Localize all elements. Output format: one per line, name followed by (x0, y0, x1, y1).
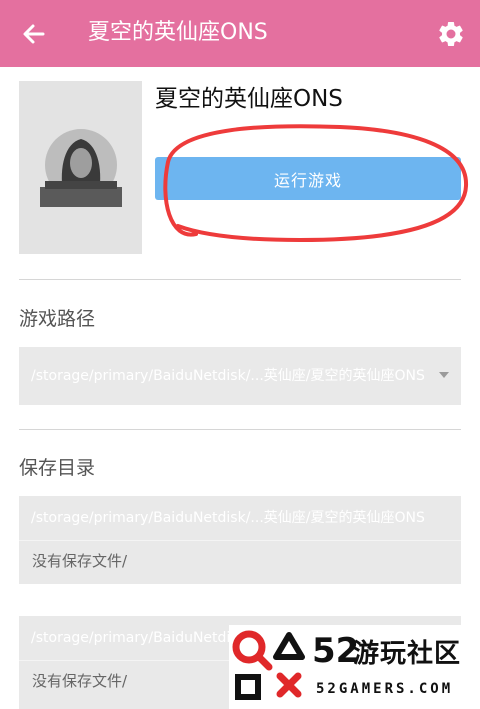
dropdown-caret-icon (439, 372, 449, 378)
gamepad-symbols-icon (232, 630, 305, 700)
run-game-button[interactable]: 运行游戏 (155, 157, 461, 200)
watermark-logo: 52 游玩社区 52GAMERS.COM (229, 625, 480, 709)
game-thumbnail (19, 81, 142, 254)
save-slot-separator (19, 540, 461, 541)
save-slot-path: /storage/primary/BaiduNetdisk/...英仙座/夏空的… (31, 510, 425, 526)
arrow-left-icon (23, 24, 45, 44)
save-slot-status: 没有保存文件/ (32, 552, 128, 570)
save-slot-status: 没有保存文件/ (32, 672, 128, 690)
game-path-select[interactable]: /storage/primary/BaiduNetdisk/...英仙座/夏空的… (19, 347, 461, 405)
divider (19, 279, 461, 280)
settings-button[interactable] (434, 17, 468, 51)
save-slot[interactable]: /storage/primary/BaiduNetdisk/...英仙座/夏空的… (19, 496, 461, 584)
game-path-label: 游戏路径 (19, 308, 96, 330)
app-bar-title: 夏空的英仙座ONS (88, 20, 268, 45)
divider (19, 429, 461, 430)
watermark-domain: 52GAMERS.COM (316, 681, 454, 697)
game-title: 夏空的英仙座ONS (155, 86, 343, 112)
watermark-name: 游玩社区 (353, 639, 462, 669)
game-path-value: /storage/primary/BaiduNetdisk/...英仙座/夏空的… (31, 368, 425, 384)
gear-icon (439, 21, 463, 46)
app-bar: 夏空的英仙座ONS (0, 0, 480, 67)
save-dir-label: 保存目录 (19, 457, 96, 479)
back-button[interactable] (20, 20, 48, 48)
